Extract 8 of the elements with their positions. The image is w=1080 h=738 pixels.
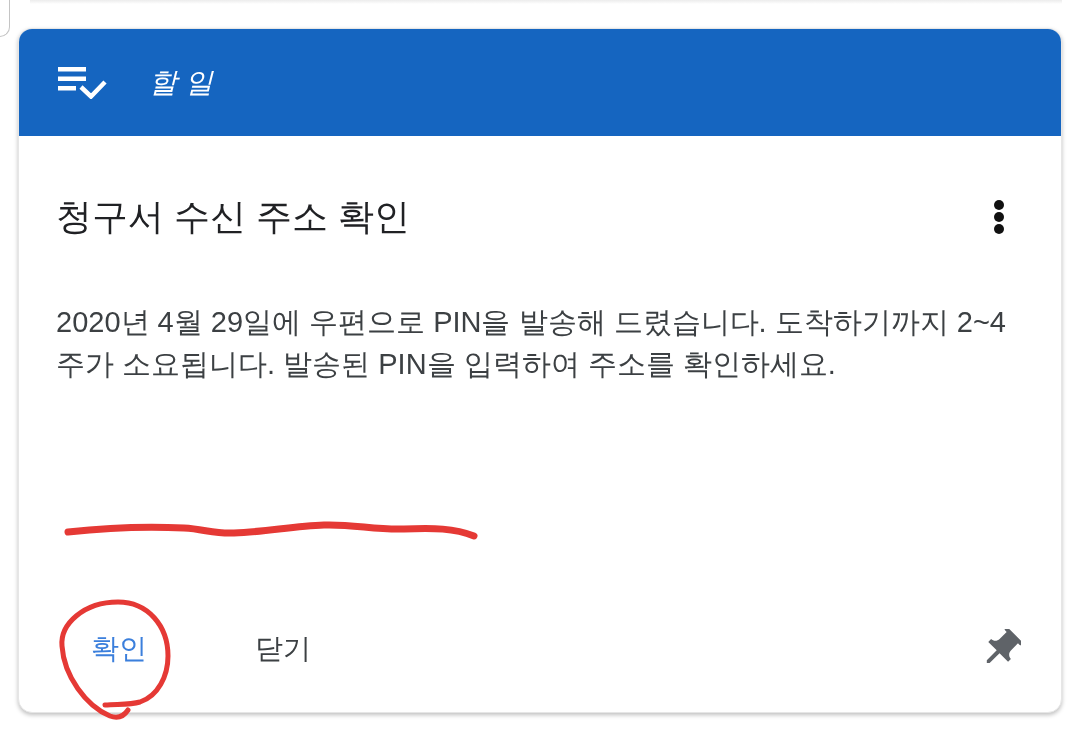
task-title: 청구서 수신 주소 확인: [56, 195, 410, 239]
action-button[interactable]: 닫기: [235, 621, 331, 677]
more-menu-button[interactable]: [992, 199, 1006, 235]
task-message: 2020년 4월 29일에 우편으로 PIN을 발송해 드렸습니다. 도착하기까지 2~4 주가 소요됩니다. 발송된 PIN을 입력하여 주소를 확인하세요.: [56, 305, 1007, 382]
action-button[interactable]: 확인: [71, 621, 167, 677]
more-vertical-icon: [993, 200, 1005, 234]
header-title: 할 일: [149, 65, 213, 100]
checklist-icon: [58, 66, 107, 99]
